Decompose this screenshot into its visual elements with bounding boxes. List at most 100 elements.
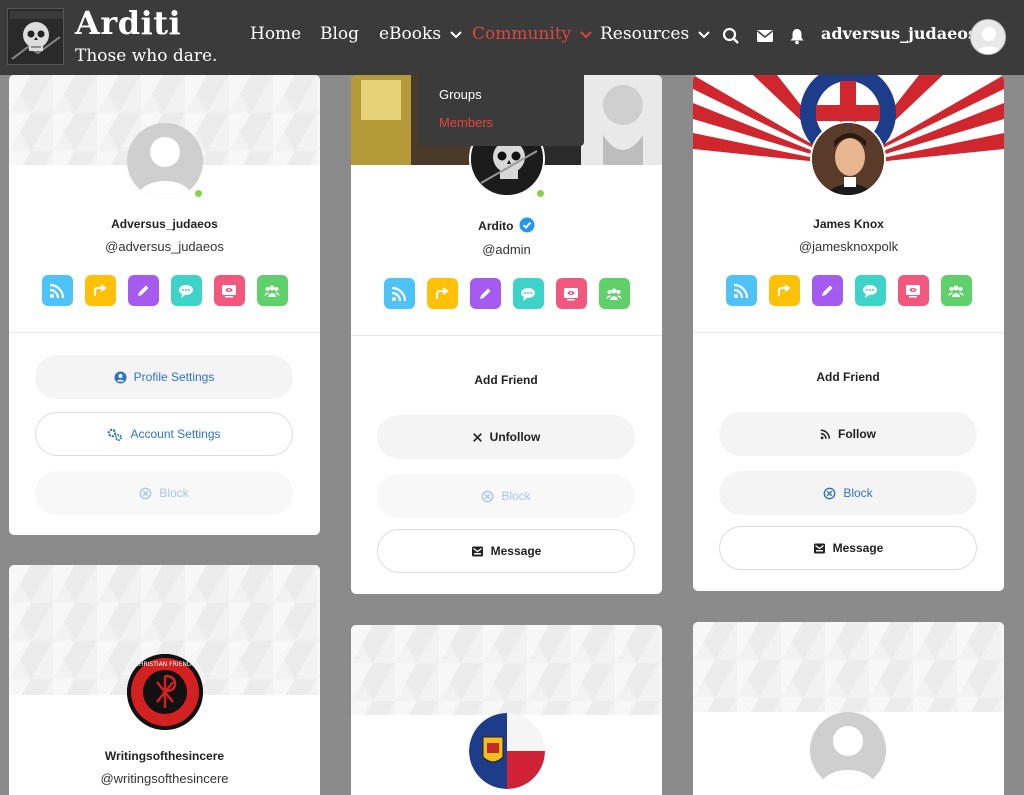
block-button[interactable]: Block — [719, 471, 977, 515]
nav-community-label: Community — [472, 24, 572, 44]
nav-blog-label: Blog — [320, 24, 360, 44]
member-card — [351, 625, 662, 795]
bell-icon[interactable] — [788, 27, 806, 45]
chevron-down-icon — [450, 31, 462, 39]
pencil-icon[interactable] — [127, 275, 159, 306]
message-button[interactable]: Message — [377, 529, 635, 573]
nav-blog[interactable]: Blog — [320, 24, 359, 44]
badge-text: CHRISTIAN FRIENDS — [135, 661, 196, 668]
gears-icon — [108, 428, 123, 441]
nav-community[interactable]: Community — [472, 24, 593, 44]
group-icon[interactable] — [598, 278, 630, 309]
message-label: Message — [832, 541, 884, 555]
add-friend-button[interactable]: Add Friend — [377, 358, 635, 402]
message-label: Message — [490, 544, 542, 558]
account-settings-button[interactable]: Account Settings — [35, 412, 293, 456]
member-handle: @jamesknoxpolk — [798, 239, 899, 254]
block-label: Block — [501, 489, 531, 503]
unfollow-label: Unfollow — [489, 430, 541, 444]
block-button[interactable]: Block — [35, 471, 293, 515]
member-card: Adversus_judaeos @adversus_judaeos Profi… — [9, 75, 320, 535]
rss-icon[interactable] — [383, 278, 415, 309]
verified-badge-icon — [519, 217, 535, 233]
pencil-icon[interactable] — [811, 275, 843, 306]
inbox-icon — [813, 543, 825, 553]
block-label: Block — [159, 486, 189, 500]
message-button[interactable]: Message — [719, 526, 977, 570]
chat-bubble-icon[interactable] — [170, 275, 202, 306]
share-icon[interactable] — [768, 275, 800, 306]
member-action-icons — [9, 275, 320, 306]
chat-bubble-icon[interactable] — [854, 275, 886, 306]
member-card: Ardito @admin Add Friend Unfollow Block … — [351, 75, 662, 594]
unfollow-button[interactable]: Unfollow — [377, 415, 635, 459]
member-name[interactable]: Adversus_judaeos — [9, 217, 320, 231]
member-avatar[interactable]: CHRISTIAN FRIENDS — [127, 654, 203, 730]
nav-home[interactable]: Home — [250, 24, 301, 44]
chevron-down-icon — [580, 31, 592, 39]
member-action-icons — [351, 278, 662, 309]
search-icon[interactable] — [722, 27, 740, 45]
block-label: Block — [843, 486, 873, 500]
member-action-icons — [693, 275, 1004, 306]
nav-home-label: Home — [250, 24, 302, 44]
member-card: James Knox @jamesknoxpolk Add Friend Fol… — [693, 75, 1004, 591]
user-avatar[interactable] — [970, 19, 1006, 55]
pencil-icon[interactable] — [469, 278, 501, 309]
member-handle: @writingsofthesincere — [100, 771, 229, 786]
nav-username[interactable]: adversus_judaeos — [821, 24, 977, 43]
chat-bubble-icon[interactable] — [512, 278, 544, 309]
card-divider — [9, 332, 320, 333]
group-icon[interactable] — [256, 275, 288, 306]
online-status-dot — [193, 188, 204, 199]
share-icon[interactable] — [84, 275, 116, 306]
member-name-row: Ardito — [351, 217, 662, 233]
screen-icon[interactable] — [213, 275, 245, 306]
profile-settings-label: Profile Settings — [133, 370, 215, 384]
inbox-icon — [471, 546, 483, 556]
member-avatar[interactable] — [127, 123, 203, 199]
follow-label: Follow — [838, 427, 876, 441]
member-handle: @adversus_judaeos — [105, 239, 224, 254]
nav-resources[interactable]: Resources — [600, 24, 711, 44]
cover-pattern — [351, 625, 662, 715]
profile-settings-button[interactable]: Profile Settings — [35, 355, 293, 399]
member-card: CHRISTIAN FRIENDS Writingsofthesincere @… — [9, 565, 320, 795]
online-status-dot — [535, 188, 546, 199]
envelope-icon[interactable] — [756, 27, 774, 45]
main-nav: Home Blog eBooks Community Resources adv… — [0, 24, 1024, 50]
member-name[interactable]: Writingsofthesincere — [9, 749, 320, 763]
block-button[interactable]: Block — [377, 474, 635, 518]
follow-button[interactable]: Follow — [719, 412, 977, 456]
member-name[interactable]: James Knox — [693, 217, 1004, 231]
member-handle: @admin — [482, 242, 531, 257]
block-icon — [139, 487, 152, 499]
nav-ebooks[interactable]: eBooks — [379, 24, 463, 44]
nav-ebooks-label: eBooks — [379, 24, 442, 44]
rss-icon[interactable] — [41, 275, 73, 306]
add-friend-button[interactable]: Add Friend — [719, 355, 977, 399]
card-divider — [351, 335, 662, 336]
nav-resources-label: Resources — [600, 24, 690, 44]
member-avatar[interactable] — [469, 713, 545, 789]
rss-icon — [820, 429, 831, 439]
screen-icon[interactable] — [897, 275, 929, 306]
close-icon — [472, 432, 482, 442]
share-icon[interactable] — [426, 278, 458, 309]
chevron-down-icon — [698, 31, 710, 39]
group-icon[interactable] — [940, 275, 972, 306]
member-avatar[interactable] — [810, 121, 886, 197]
rss-icon[interactable] — [725, 275, 757, 306]
cover-pattern — [693, 622, 1004, 712]
add-friend-label: Add Friend — [816, 370, 880, 384]
card-divider — [693, 332, 1004, 333]
member-avatar[interactable] — [810, 712, 886, 788]
dropdown-groups[interactable]: Groups — [439, 87, 482, 102]
screen-icon[interactable] — [555, 278, 587, 309]
site-header: Arditi Those who dare. Home Blog eBooks … — [0, 0, 1024, 75]
dropdown-members[interactable]: Members — [439, 115, 493, 130]
user-circle-icon — [114, 371, 127, 383]
community-dropdown: Groups Members — [418, 75, 584, 146]
member-name[interactable]: Ardito — [478, 219, 513, 233]
block-icon — [823, 487, 836, 499]
